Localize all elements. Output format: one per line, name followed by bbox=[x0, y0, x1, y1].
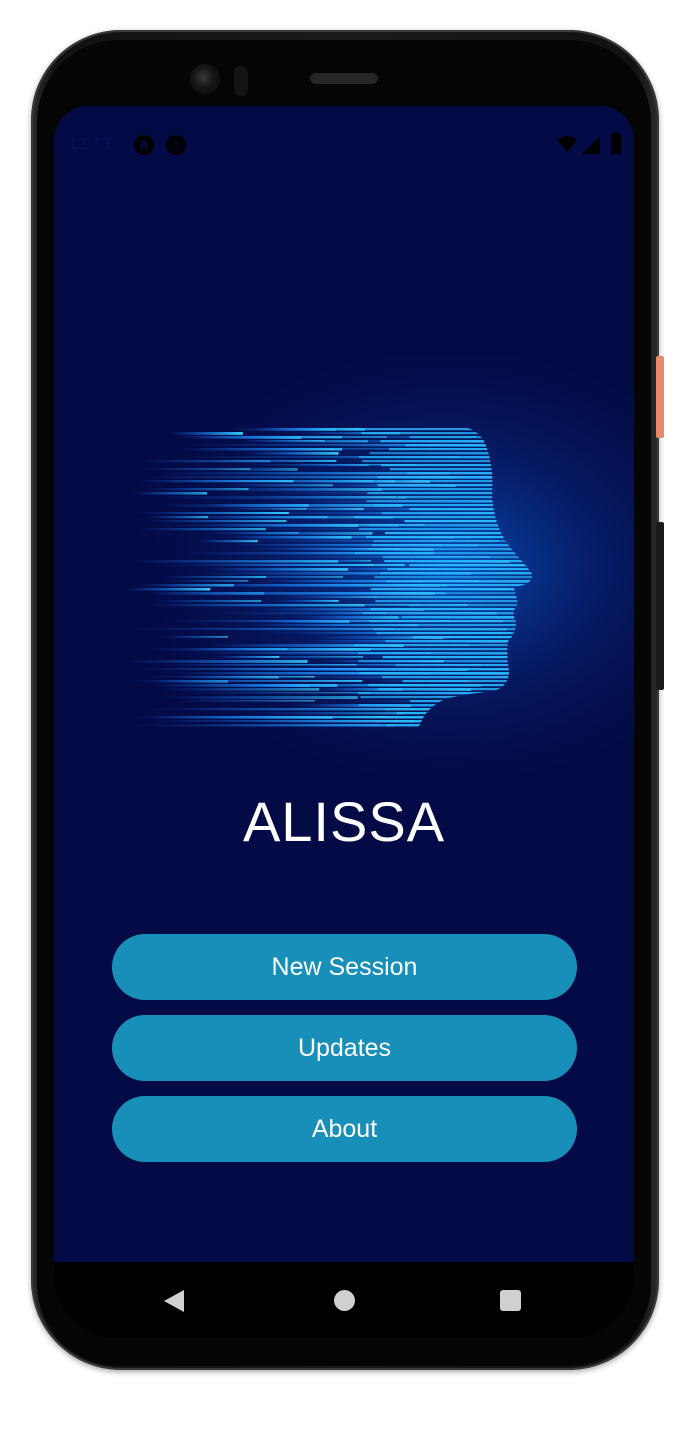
face-streak bbox=[161, 636, 228, 638]
face-streak bbox=[248, 712, 405, 715]
front-camera bbox=[190, 64, 220, 94]
power-button bbox=[656, 356, 664, 438]
face-streak bbox=[170, 580, 249, 582]
earpiece-speaker bbox=[310, 73, 378, 84]
face-streak bbox=[147, 648, 371, 651]
face-streak bbox=[153, 604, 365, 607]
new-session-button[interactable]: New Session bbox=[112, 934, 577, 1000]
face-streak bbox=[212, 564, 374, 566]
face-streak bbox=[173, 700, 315, 702]
face-streak bbox=[246, 452, 339, 455]
face-streak bbox=[141, 468, 251, 470]
face-streak bbox=[138, 528, 266, 531]
updates-button[interactable]: Updates bbox=[112, 1015, 577, 1081]
face-streak bbox=[137, 512, 289, 514]
face-streak bbox=[277, 600, 339, 602]
face-streak bbox=[216, 460, 337, 462]
home-icon[interactable] bbox=[334, 1290, 355, 1311]
face-streak bbox=[159, 688, 320, 691]
face-streak bbox=[158, 504, 403, 507]
face-streak bbox=[125, 680, 363, 682]
recents-icon[interactable] bbox=[500, 1290, 521, 1311]
face-streak bbox=[125, 588, 211, 591]
face-streak bbox=[131, 492, 207, 495]
face-streak bbox=[233, 536, 352, 539]
navigation-bar bbox=[54, 1262, 634, 1338]
proximity-sensor bbox=[234, 66, 248, 96]
face-streak bbox=[146, 488, 249, 491]
wifi-icon bbox=[557, 136, 577, 152]
face-streak bbox=[145, 720, 415, 722]
face-streak bbox=[169, 432, 243, 435]
face-streak bbox=[128, 716, 389, 719]
vpn-icon: ◷ bbox=[166, 135, 186, 155]
face-streak bbox=[307, 560, 371, 562]
face-streak bbox=[147, 520, 287, 523]
status-bar: 12:43 A ◷ bbox=[54, 132, 634, 158]
back-icon[interactable] bbox=[164, 1290, 184, 1312]
face-streak bbox=[162, 576, 267, 578]
face-streak bbox=[223, 508, 307, 510]
face-streak bbox=[197, 540, 258, 543]
status-time: 12:43 bbox=[68, 134, 111, 153]
face-streak bbox=[230, 428, 365, 431]
face-streak bbox=[214, 656, 280, 658]
app-title: ALISSA bbox=[242, 790, 446, 853]
about-button[interactable]: About bbox=[112, 1096, 577, 1162]
face-streak bbox=[128, 660, 308, 663]
face-streak bbox=[163, 664, 357, 666]
face-streak bbox=[161, 524, 399, 527]
face-streak bbox=[148, 516, 209, 519]
auto-icon: A bbox=[134, 135, 154, 155]
face-streak bbox=[146, 676, 315, 678]
ai-face-icon bbox=[54, 356, 634, 776]
volume-button bbox=[656, 522, 664, 690]
app-screen: 12:43 A ◷ ALISSA New Session Updates Abo… bbox=[54, 106, 634, 1338]
face-streak bbox=[263, 496, 397, 498]
face-streak bbox=[161, 696, 358, 699]
face-streak bbox=[176, 480, 374, 482]
face-streak bbox=[231, 532, 373, 535]
face-streak bbox=[303, 616, 399, 619]
face-streak bbox=[154, 600, 262, 603]
signal-icon bbox=[582, 136, 600, 154]
battery-icon bbox=[611, 132, 621, 154]
